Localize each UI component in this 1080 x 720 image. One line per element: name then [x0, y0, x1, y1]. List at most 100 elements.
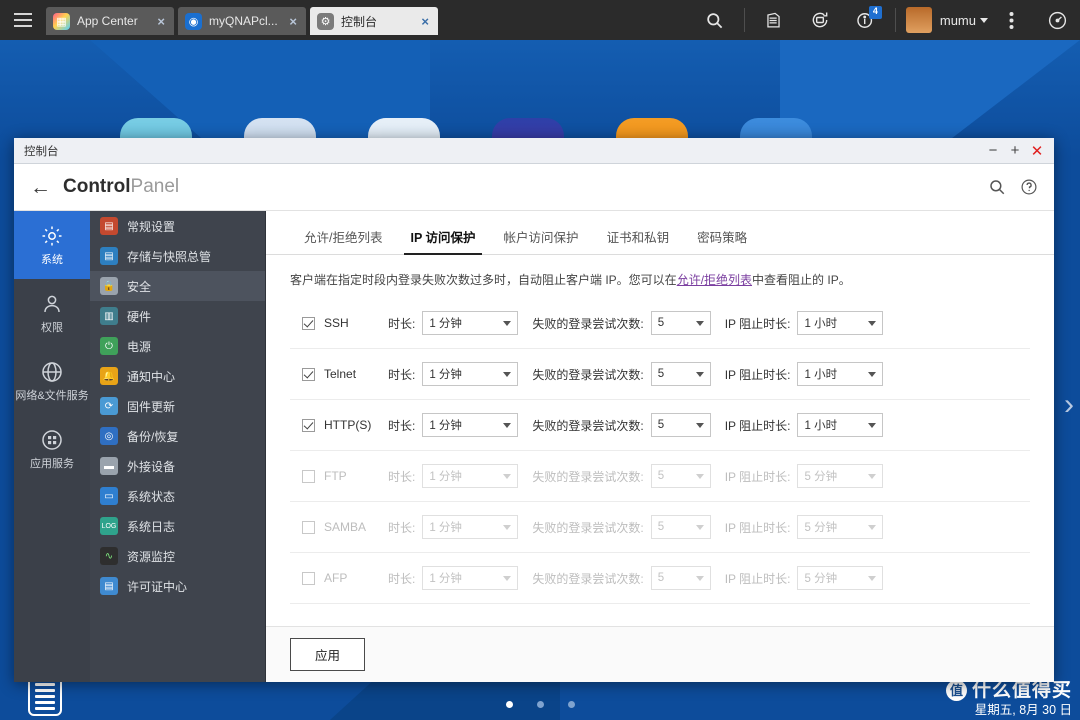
maximize-button[interactable]: +	[1004, 140, 1026, 162]
duration-value: 1 分钟	[429, 522, 462, 534]
sidebar-item-label: 权限	[41, 322, 63, 335]
service-name: HTTP(S)	[324, 418, 372, 432]
chevron-down-icon[interactable]	[980, 17, 988, 23]
back-arrow-icon[interactable]: ←	[30, 177, 51, 198]
menu-item-firmware-update[interactable]: ⟳ 固件更新	[90, 391, 265, 421]
menu-item-storage-snapshots[interactable]: ▤ 存储与快照总管	[90, 241, 265, 271]
menu-item-resource-monitor[interactable]: ∿ 资源监控	[90, 541, 265, 571]
page-dot-1[interactable]	[505, 701, 513, 708]
firmware-icon: ⟳	[100, 397, 118, 415]
tab-password-policy[interactable]: 密码策略	[683, 223, 761, 254]
menu-item-license-center[interactable]: ▤ 许可证中心	[90, 571, 265, 601]
help-icon[interactable]	[1020, 178, 1038, 196]
close-icon[interactable]: ×	[286, 14, 300, 29]
menu-item-power[interactable]: ⏻ 电源	[90, 331, 265, 361]
user-name[interactable]: mumu	[940, 13, 976, 28]
table-row: SSH 时长: 1 分钟 失败的登录尝试次数: 5 IP 阻止时长: 1 小时	[290, 298, 1030, 349]
menu-item-hardware[interactable]: ▥ 硬件	[90, 301, 265, 331]
page-dot-2[interactable]	[536, 701, 544, 708]
block-select-ssh[interactable]: 1 小时	[797, 311, 884, 335]
search-icon[interactable]	[988, 178, 1006, 196]
attempts-select-https[interactable]: 5	[650, 413, 711, 437]
allow-deny-list-link[interactable]: 允许/拒绝列表	[677, 273, 752, 287]
menu-item-notification-center[interactable]: 🔔 通知中心	[90, 361, 265, 391]
sidebar-item-network-file-services[interactable]: 网络&文件服务	[14, 347, 90, 415]
block-label: IP 阻止时长:	[724, 520, 791, 535]
menu-item-system-logs[interactable]: LOG 系统日志	[90, 511, 265, 541]
menu-item-label: 存储与快照总管	[127, 249, 212, 264]
watermark-badge: 值	[945, 679, 967, 701]
checkbox-ssh[interactable]	[302, 316, 315, 330]
menu-item-system-status[interactable]: ▭ 系统状态	[90, 481, 265, 511]
settings-menu: ▤ 常规设置 ▤ 存储与快照总管 🔒 安全 ▥ 硬件 ⏻ 电源 🔔 通知中心 ⟳…	[90, 211, 266, 682]
taskbar-tab-app-center[interactable]: ▦ App Center ×	[46, 7, 174, 35]
search-icon[interactable]	[692, 0, 738, 40]
menu-item-label: 安全	[127, 279, 152, 294]
apply-button[interactable]: 应用	[290, 638, 366, 671]
checkbox-afp[interactable]	[302, 571, 315, 585]
attempts-select-afp: 5	[650, 566, 711, 590]
menu-item-label: 硬件	[127, 309, 152, 324]
power-icon: ⏻	[100, 337, 118, 355]
menu-item-external-device[interactable]: ▬ 外接设备	[90, 451, 265, 481]
checkbox-telnet[interactable]	[302, 367, 315, 381]
tab-ip-access-protection[interactable]: IP 访问保护	[396, 223, 489, 255]
user-icon	[39, 291, 65, 317]
attempts-label: 失败的登录尝试次数:	[532, 520, 644, 535]
chevron-down-icon	[503, 524, 512, 530]
chart-icon: ∿	[100, 547, 118, 565]
menu-item-label: 备份/恢复	[127, 429, 179, 444]
close-icon[interactable]: ×	[418, 14, 432, 29]
duration-label: 时长:	[388, 571, 416, 586]
checkbox-ftp[interactable]	[302, 469, 315, 483]
attempts-value: 5	[657, 419, 665, 431]
duration-select-ssh[interactable]: 1 分钟	[422, 311, 519, 335]
page-dot-3[interactable]	[567, 701, 575, 708]
close-button[interactable]: ✕	[1026, 140, 1048, 162]
attempts-select-ssh[interactable]: 5	[650, 311, 711, 335]
block-select-telnet[interactable]: 1 小时	[797, 362, 884, 386]
block-select-https[interactable]: 1 小时	[797, 413, 884, 437]
menu-item-backup-restore[interactable]: ◎ 备份/恢复	[90, 421, 265, 451]
more-vertical-icon[interactable]	[988, 0, 1034, 40]
dashboard-icon[interactable]	[1034, 0, 1080, 40]
chevron-down-icon	[868, 422, 877, 428]
description-after: 中查看阻止的 IP。	[752, 273, 851, 287]
hamburger-icon[interactable]	[0, 0, 46, 40]
checkbox-https[interactable]	[302, 418, 315, 432]
attempts-select-telnet[interactable]: 5	[650, 362, 711, 386]
menu-item-label: 固件更新	[127, 399, 176, 414]
duration-select-https[interactable]: 1 分钟	[422, 413, 519, 437]
info-icon[interactable]: 4	[843, 0, 889, 40]
chevron-down-icon	[503, 371, 512, 377]
chevron-down-icon	[695, 422, 704, 428]
tab-certificate-private-key[interactable]: 证书和私钥	[593, 223, 684, 254]
checkbox-samba[interactable]	[302, 520, 315, 534]
duration-value: 1 分钟	[429, 573, 462, 585]
duration-select-samba: 1 分钟	[422, 515, 519, 539]
minimize-button[interactable]: −	[982, 140, 1004, 162]
table-row: HTTP(S) 时长: 1 分钟 失败的登录尝试次数: 5 IP 阻止时长: 1…	[290, 400, 1030, 451]
duration-value: 1 分钟	[429, 471, 462, 483]
avatar[interactable]	[905, 7, 932, 33]
duration-select-telnet[interactable]: 1 分钟	[422, 362, 519, 386]
menu-item-security[interactable]: 🔒 安全	[90, 271, 265, 301]
desktop-next-page-chevron[interactable]: ›	[1064, 390, 1074, 420]
duration-label: 时长:	[388, 418, 416, 433]
attempts-label: 失败的登录尝试次数:	[532, 571, 644, 586]
file-station-icon[interactable]	[751, 0, 797, 40]
chevron-down-icon	[868, 575, 877, 581]
backup-sync-icon[interactable]	[797, 0, 843, 40]
tab-allow-deny-list[interactable]: 允许/拒绝列表	[290, 223, 396, 254]
chevron-down-icon	[695, 371, 704, 377]
tab-account-access-protection[interactable]: 帐户访问保护	[490, 223, 593, 254]
description-before: 客户端在指定时段内登录失败次数过多时，自动阻止客户端 IP。您可以在	[290, 273, 677, 287]
sidebar-item-privilege[interactable]: 权限	[14, 279, 90, 347]
sidebar-item-applications[interactable]: 应用服务	[14, 415, 90, 483]
service-name: FTP	[324, 469, 347, 483]
close-icon[interactable]: ×	[154, 14, 168, 29]
taskbar-tab-control-panel[interactable]: ⚙ 控制台 ×	[310, 7, 438, 35]
taskbar-tab-myqnapcloud[interactable]: ◉ myQNAPcl... ×	[178, 7, 306, 35]
sidebar-item-system[interactable]: 系统	[14, 211, 90, 279]
menu-item-general-settings[interactable]: ▤ 常规设置	[90, 211, 265, 241]
